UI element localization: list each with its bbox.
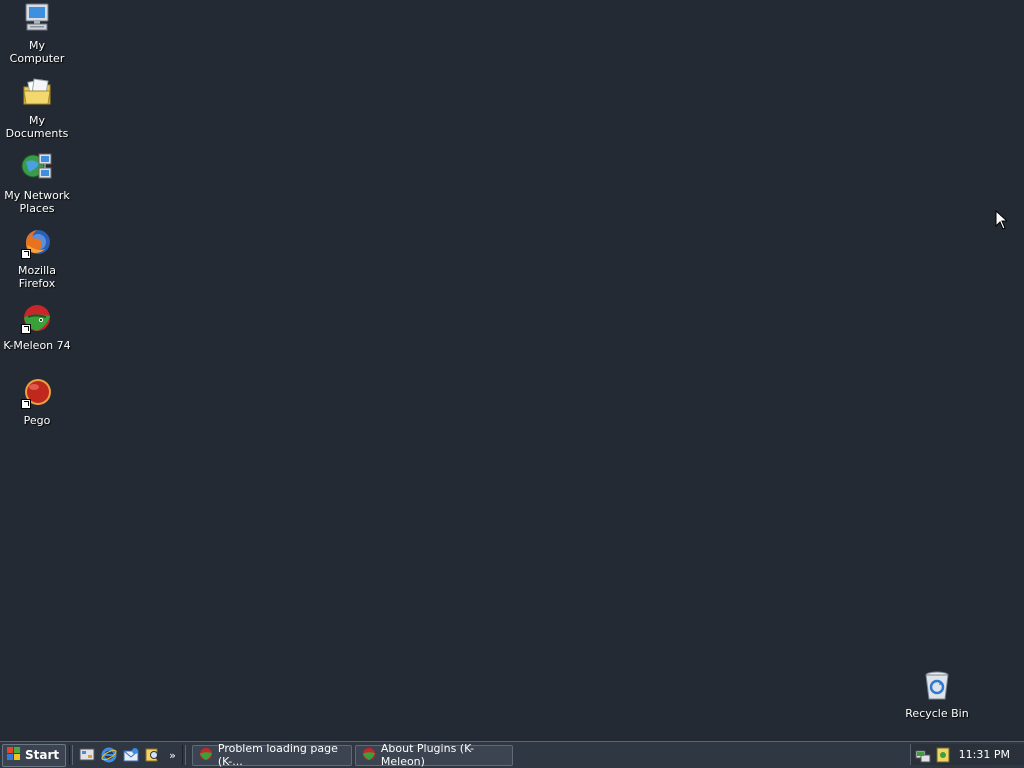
search-icon[interactable] (145, 747, 161, 763)
desktop-icon-my-network-places[interactable]: My Network Places (0, 152, 74, 215)
desktop-icon-label: My Documents (5, 114, 69, 140)
desktop-icon-k-meleon[interactable]: K-Meleon 74 (0, 302, 74, 352)
internet-explorer-icon[interactable] (101, 747, 117, 763)
pego-icon (21, 377, 53, 409)
quick-launch-overflow-icon[interactable]: » (169, 749, 176, 762)
recycle-bin-icon (921, 670, 953, 702)
quick-launch: » (76, 747, 179, 763)
show-desktop-icon[interactable] (79, 747, 95, 763)
network-places-icon (21, 152, 53, 184)
clock[interactable]: 11:31 PM (959, 748, 1010, 761)
taskbar-button-problem-loading-page[interactable]: Problem loading page (K-... (191, 742, 352, 768)
taskbar-button-label: About Plugins (K-Meleon) (380, 742, 475, 768)
computer-icon (21, 2, 53, 34)
desktop-icon-my-computer[interactable]: My Computer (0, 2, 74, 65)
shortcut-arrow-icon (21, 324, 31, 334)
desktop-icon-label: Pego (23, 414, 51, 427)
desktop[interactable]: My Computer My Documents My Network Plac… (0, 0, 1024, 741)
windows-logo-icon (7, 746, 21, 764)
desktop-icon-label: Mozilla Firefox (18, 264, 56, 290)
desktop-icon-recycle-bin[interactable]: Recycle Bin (900, 670, 974, 720)
outlook-express-icon[interactable] (123, 747, 139, 763)
firefox-icon (21, 227, 53, 259)
folder-icon (21, 77, 53, 109)
k-meleon-icon (199, 747, 213, 764)
mouse-cursor-icon (995, 209, 1009, 233)
desktop-icon-my-documents[interactable]: My Documents (0, 77, 74, 140)
k-meleon-icon (21, 302, 53, 334)
tray-app-icon[interactable] (935, 747, 951, 763)
taskbar-button-about-plugins[interactable]: About Plugins (K-Meleon) (354, 742, 513, 768)
desktop-icon-label: Recycle Bin (905, 707, 969, 720)
start-label: Start (25, 748, 60, 762)
desktop-icon-label: My Computer (9, 39, 65, 65)
shortcut-arrow-icon (21, 249, 31, 259)
taskbar-separator (181, 745, 186, 765)
desktop-icon-pego[interactable]: Pego (0, 377, 74, 427)
shortcut-arrow-icon (21, 399, 31, 409)
taskbar-separator (69, 745, 74, 765)
start-button[interactable]: Start (2, 743, 67, 767)
system-tray: 11:31 PM (910, 744, 1024, 765)
taskbar: Start » Problem loading page (K-... Abou… (0, 741, 1024, 768)
k-meleon-icon (362, 747, 376, 764)
desktop-icon-label: K-Meleon 74 (3, 339, 71, 352)
network-connection-icon[interactable] (915, 747, 931, 763)
desktop-icon-label: My Network Places (4, 189, 70, 215)
desktop-icon-mozilla-firefox[interactable]: Mozilla Firefox (0, 227, 74, 290)
taskbar-button-label: Problem loading page (K-... (217, 742, 338, 768)
